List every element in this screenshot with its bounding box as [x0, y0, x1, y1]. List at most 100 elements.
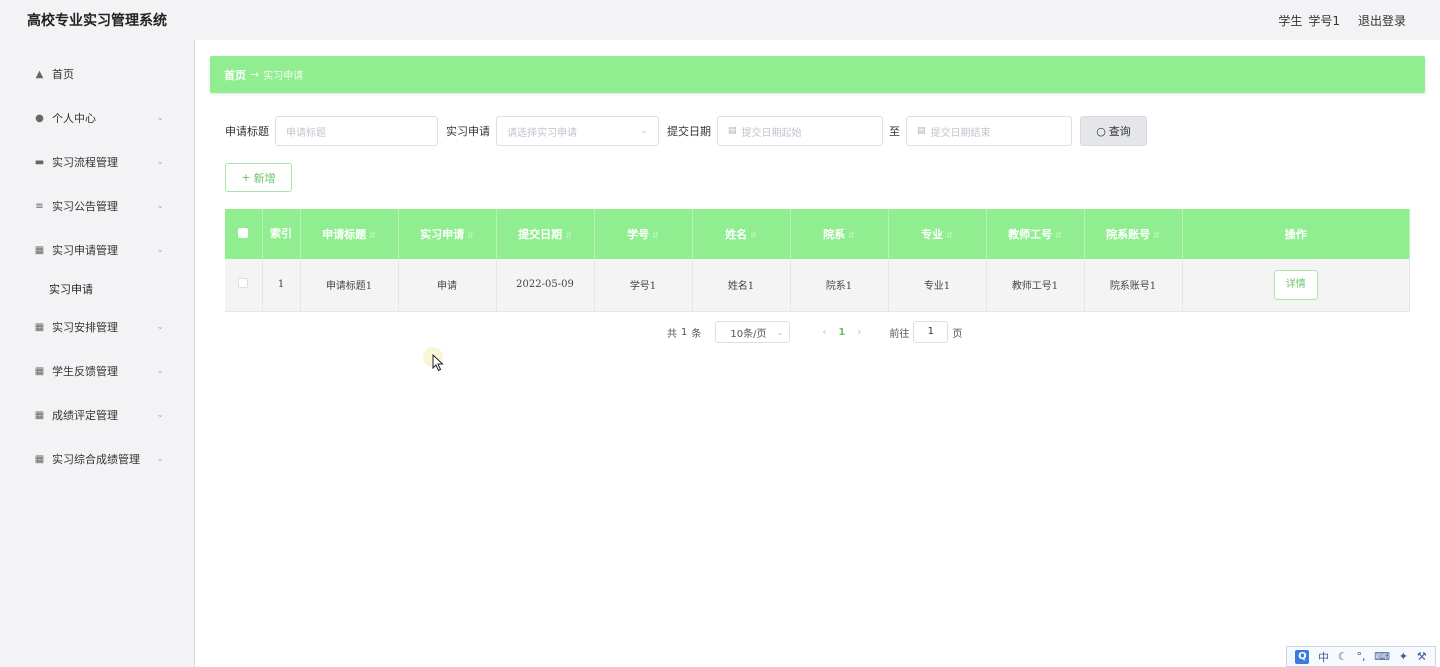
chevron-down-icon: ⌄ — [776, 327, 784, 337]
sort-icon: ⇵ — [750, 230, 757, 240]
total-prefix: 共 — [667, 328, 677, 340]
sidebar-item-arrangement[interactable]: ▦ 实习安排管理 ⌄ — [0, 305, 194, 349]
breadcrumb-arrow-icon: → — [250, 68, 260, 81]
detail-button[interactable]: 详情 — [1273, 269, 1318, 300]
title-filter-input[interactable]: 申请标题 — [275, 116, 438, 146]
sidebar-item-notice[interactable]: ≡ 实习公告管理 ⌄ — [0, 184, 194, 228]
grid-icon: ▦ — [34, 321, 45, 333]
cell-title: 申请标题1 — [300, 259, 399, 312]
cell-date: 2022-05-09 — [496, 259, 595, 312]
ime-logo-icon: Q — [1295, 649, 1310, 664]
col-header-teacher-no[interactable]: 教师工号 ⇵ — [986, 209, 1085, 259]
title-filter-label: 申请标题 — [225, 125, 269, 138]
header-user-area: 学生 学号1 退出登录 — [1278, 12, 1406, 29]
pagination: 共 1 条 10条/页 ⌄ ‹ 1 › 前往 1 页 — [667, 321, 962, 343]
total-count: 1 — [681, 326, 688, 338]
goto-page-input[interactable]: 1 — [913, 321, 949, 343]
ime-toolbar[interactable]: Q 中 ☾ °, ⌨ ✦ ⚒ — [1286, 646, 1436, 667]
breadcrumb-current: 实习申请 — [263, 71, 304, 82]
cell-actions: 详情 — [1182, 259, 1410, 312]
col-header-student-no[interactable]: 学号 ⇵ — [594, 209, 693, 259]
col-header-actions: 操作 — [1182, 209, 1410, 259]
page-size-select[interactable]: 10条/页 ⌄ — [715, 321, 791, 343]
skin-icon[interactable]: ✦ — [1399, 650, 1408, 663]
breadcrumb-home[interactable]: 首页 — [224, 67, 246, 83]
wrench-icon[interactable]: ⚒ — [1417, 650, 1427, 663]
sort-icon: ⇵ — [565, 230, 572, 240]
chevron-down-icon: ⌄ — [156, 157, 164, 167]
page-number-current[interactable]: 1 — [838, 327, 845, 338]
chevron-down-icon: ⌄ — [156, 113, 164, 123]
add-button[interactable]: + 新增 — [225, 163, 292, 192]
current-user: 学生 学号1 — [1278, 12, 1340, 29]
search-icon: ○ — [1096, 124, 1106, 138]
col-header-name[interactable]: 姓名 ⇵ — [692, 209, 791, 259]
col-header-title[interactable]: 申请标题 ⇵ — [300, 209, 399, 259]
row-checkbox[interactable] — [225, 259, 263, 312]
total-suffix: 条 — [691, 328, 702, 340]
date-end-input[interactable]: ▤ 提交日期结束 — [906, 116, 1072, 146]
grid-icon: ▦ — [34, 365, 45, 377]
mouse-cursor-icon — [432, 354, 444, 372]
sidebar-item-process[interactable]: ▬ 实习流程管理 ⌄ — [0, 140, 194, 184]
chevron-down-icon: ⌄ — [640, 126, 648, 136]
col-header-major[interactable]: 专业 ⇵ — [888, 209, 987, 259]
calendar-icon: ▤ — [728, 126, 737, 136]
ime-language-toggle[interactable]: 中 — [1318, 649, 1329, 665]
table-row: 1 申请标题1 申请 2022-05-09 学号1 姓名1 院系1 专业1 教师… — [225, 259, 1410, 312]
cell-major: 专业1 — [888, 259, 987, 312]
select-all-checkbox[interactable] — [225, 209, 263, 259]
chevron-down-icon: ⌄ — [156, 454, 164, 464]
calendar-icon: ▤ — [917, 126, 926, 136]
cell-name: 姓名1 — [692, 259, 791, 312]
sort-icon: ⇵ — [467, 230, 474, 240]
sort-icon: ⇵ — [848, 230, 855, 240]
sort-icon: ⇵ — [369, 230, 376, 240]
col-header-date[interactable]: 提交日期 ⇵ — [496, 209, 595, 259]
main-content: 首页 → 实习申请 申请标题 申请标题 实习申请 请选择实习申请 ⌄ 提交日期 … — [195, 40, 1440, 667]
chevron-up-icon: ⌄ — [156, 245, 164, 255]
table-header-row: 索引 申请标题 ⇵ 实习申请 ⇵ 提交日期 ⇵ 学号 ⇵ 姓名 ⇵ 院系 ⇵ 专业 ⇵ 教师工… — [225, 209, 1410, 259]
chevron-down-icon: ⌄ — [156, 410, 164, 420]
cell-teacher-no: 教师工号1 — [986, 259, 1085, 312]
next-page-button[interactable]: › — [857, 327, 861, 338]
sidebar-item-grading[interactable]: ▦ 成绩评定管理 ⌄ — [0, 393, 194, 437]
grid-icon: ▦ — [34, 409, 45, 421]
sidebar-item-profile[interactable]: ● 个人中心 ⌄ — [0, 96, 194, 140]
search-button[interactable]: ○ 查询 — [1080, 116, 1147, 146]
sidebar-subitem-application[interactable]: 实习申请 — [0, 272, 194, 305]
chevron-down-icon: ⌄ — [156, 201, 164, 211]
sidebar-item-feedback[interactable]: ▦ 学生反馈管理 ⌄ — [0, 349, 194, 393]
sidebar-item-overall-score[interactable]: ▦ 实习综合成绩管理 ⌄ — [0, 437, 194, 481]
top-bar: 高校专业实习管理系统 学生 学号1 退出登录 — [0, 0, 1440, 40]
keyboard-icon[interactable]: ⌨ — [1374, 650, 1390, 663]
list-icon: ≡ — [35, 200, 44, 212]
prev-page-button[interactable]: ‹ — [822, 327, 826, 338]
date-start-input[interactable]: ▤ 提交日期起始 — [717, 116, 883, 146]
cell-index: 1 — [262, 259, 301, 312]
moon-icon[interactable]: ☾ — [1338, 650, 1348, 663]
col-header-index: 索引 — [262, 209, 301, 259]
sort-icon: ⇵ — [1153, 230, 1160, 240]
user-role: 学生 — [1278, 13, 1303, 28]
briefcase-icon: ▬ — [34, 156, 45, 168]
sort-icon: ⇵ — [946, 230, 953, 240]
punctuation-icon[interactable]: °, — [1356, 650, 1365, 663]
col-header-apply[interactable]: 实习申请 ⇵ — [398, 209, 497, 259]
sidebar-item-application[interactable]: ▦ 实习申请管理 ⌄ — [0, 228, 194, 272]
apply-filter-label: 实习申请 — [446, 125, 490, 138]
date-range-separator: 至 — [889, 125, 900, 138]
user-name: 学号1 — [1308, 13, 1340, 28]
grid-icon: ▦ — [34, 244, 45, 256]
cell-dept: 院系1 — [790, 259, 889, 312]
col-header-dept-account[interactable]: 院系账号 ⇵ — [1084, 209, 1183, 259]
page-suffix: 页 — [952, 328, 963, 340]
apply-filter-select[interactable]: 请选择实习申请 ⌄ — [496, 116, 659, 146]
app-title: 高校专业实习管理系统 — [27, 13, 167, 29]
cell-student-no: 学号1 — [594, 259, 693, 312]
sidebar-item-home[interactable]: ▲ 首页 — [0, 52, 194, 96]
col-header-dept[interactable]: 院系 ⇵ — [790, 209, 889, 259]
logout-link[interactable]: 退出登录 — [1358, 12, 1406, 29]
home-icon: ▲ — [35, 68, 44, 80]
chevron-down-icon: ⌄ — [156, 322, 164, 332]
